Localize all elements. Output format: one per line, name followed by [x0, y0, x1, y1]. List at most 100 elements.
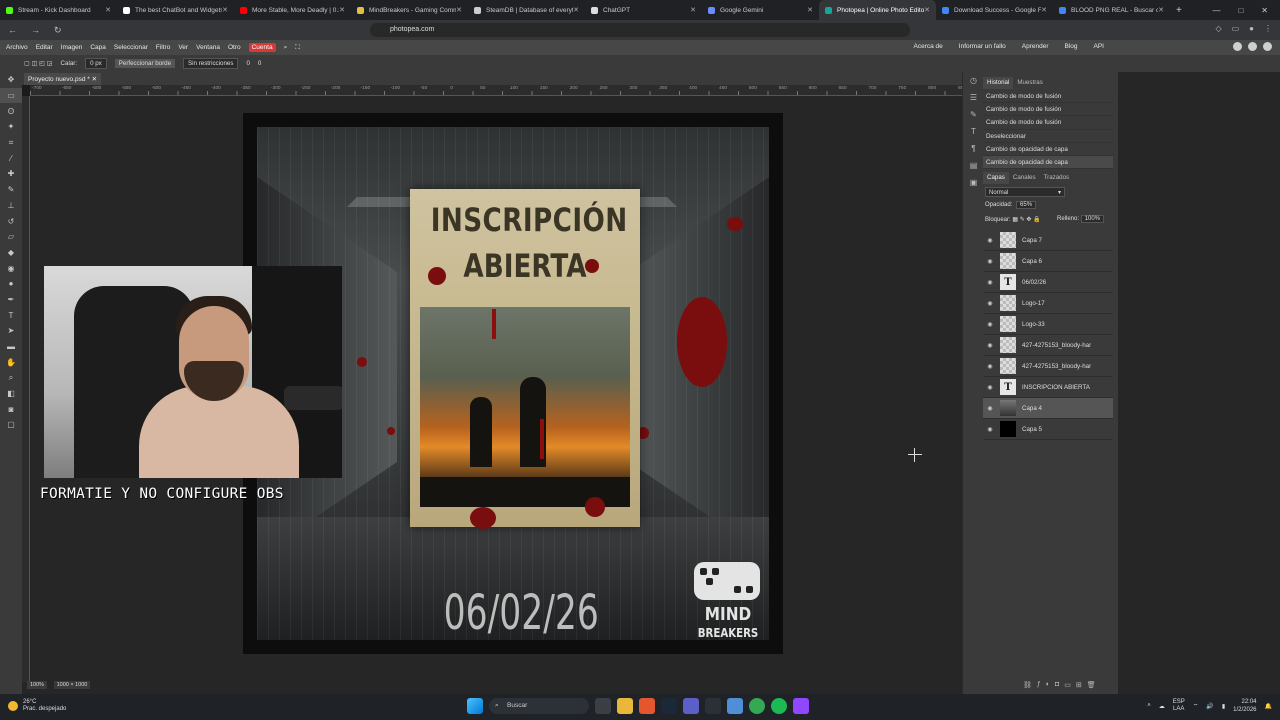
visibility-eye-icon[interactable]: ◉ [983, 300, 997, 307]
close-tab-icon[interactable]: ✕ [1158, 6, 1164, 14]
close-tab-icon[interactable]: ✕ [807, 6, 813, 14]
shape-icon[interactable]: ▬ [0, 339, 22, 355]
menu-item-capa[interactable]: Capa [90, 44, 106, 51]
link-api[interactable]: API [1094, 43, 1104, 50]
close-tab-icon[interactable]: ✕ [105, 6, 111, 14]
lasso-icon[interactable]: ʘ [0, 103, 22, 119]
healing-icon[interactable]: ✚ [0, 166, 22, 182]
link-layers-icon[interactable]: ⛓ [1023, 681, 1032, 689]
clone-stamp-icon[interactable]: ⊥ [0, 198, 22, 214]
layer-row[interactable]: ◉ T 06/02/26 [983, 272, 1113, 293]
visibility-eye-icon[interactable]: ◉ [983, 405, 997, 412]
visibility-eye-icon[interactable]: ◉ [983, 363, 997, 370]
history-icon[interactable]: ◷ [963, 72, 984, 89]
screen-mode-icon[interactable]: ▢ [0, 417, 22, 433]
css-icon[interactable]: ▤ [963, 157, 984, 174]
tab-canales[interactable]: Canales [1009, 172, 1040, 184]
adjustment-icon[interactable]: ◐ [1046, 681, 1050, 689]
back-icon[interactable]: ← [8, 25, 17, 36]
volume-icon[interactable]: 🔊 [1206, 703, 1213, 710]
color-swatch-icon[interactable]: ◧ [0, 386, 22, 402]
new-layer-icon[interactable]: ⊞ [1076, 681, 1082, 689]
weather-widget[interactable]: 26°C Prac. despejado [8, 699, 66, 713]
battery-icon[interactable]: ▮ [1222, 703, 1225, 710]
browser-tab[interactable]: Google Gemini ✕ [702, 0, 819, 20]
facebook-icon[interactable] [1263, 42, 1272, 51]
brush-icon[interactable]: ✎ [963, 106, 984, 123]
close-tab-icon[interactable]: ✕ [92, 76, 97, 83]
history-item[interactable]: Cambio de modo de fusión [983, 116, 1113, 130]
address-bar[interactable]: photopea.com [370, 23, 910, 37]
menu-item-ver[interactable]: Ver [178, 44, 188, 51]
link-informar-fallo[interactable]: Informar un fallo [959, 43, 1006, 50]
profile-icon[interactable]: ● [1249, 24, 1254, 33]
steam-icon[interactable] [661, 698, 677, 714]
opacity-input[interactable]: 65% [1016, 201, 1037, 209]
menu-item-otro[interactable]: Otro [228, 44, 241, 51]
path-select-icon[interactable]: ➤ [0, 323, 22, 339]
fill-icon[interactable]: ◆ [0, 245, 22, 261]
history-item[interactable]: Cambio de opacidad de capa [983, 143, 1113, 156]
browser-tab[interactable]: MindBreakers - Gaming Communit✕ [351, 0, 468, 20]
wifi-icon[interactable]: ⌔ [1193, 702, 1199, 710]
tab-muestras[interactable]: Muestras [1013, 77, 1046, 89]
link-acerca-de[interactable]: Acerca de [914, 43, 943, 50]
brave-icon[interactable] [639, 698, 655, 714]
quick-mask-icon[interactable]: ◙ [0, 401, 22, 417]
reload-icon[interactable]: ↻ [54, 25, 62, 36]
close-tab-icon[interactable]: ✕ [222, 6, 228, 14]
extensions-icon[interactable]: ◇ [1215, 24, 1221, 33]
close-window-icon[interactable]: ✕ [1261, 6, 1268, 15]
group-icon[interactable]: ▭ [1064, 681, 1071, 689]
twitch-icon[interactable] [793, 698, 809, 714]
eraser-icon[interactable]: ▱ [0, 229, 22, 245]
fill-input[interactable]: 100% [1080, 215, 1105, 223]
mask-icon[interactable]: ◘ [1055, 681, 1059, 689]
pen-icon[interactable]: ✒ [0, 292, 22, 308]
browser-tab[interactable]: SteamDB | Database of everything✕ [468, 0, 585, 20]
menu-icon[interactable]: ⋮ [1264, 24, 1272, 33]
task-view-icon[interactable] [595, 698, 611, 714]
reddit-icon[interactable] [1233, 42, 1242, 51]
account-button[interactable]: Cuenta [248, 43, 276, 52]
selection-mode-icon[interactable]: ▢ ◫ ◰ ◲ [24, 60, 53, 67]
menu-item-seleccionar[interactable]: Seleccionar [114, 44, 148, 51]
new-tab-icon[interactable]: + [1176, 5, 1182, 16]
visibility-eye-icon[interactable]: ◉ [983, 258, 997, 265]
properties-icon[interactable]: ☰ [963, 89, 984, 106]
layer-row[interactable]: ◉ 427-4275153_bloody-har [983, 356, 1113, 377]
history-item[interactable]: Cambio de opacidad de capa [983, 155, 1113, 170]
refine-edge-button[interactable]: Perfeccionar borde [114, 59, 176, 68]
browser-tab[interactable]: Stream - Kick Dashboard ✕ [0, 0, 117, 20]
language-indicator[interactable]: ESP LAA [1173, 699, 1185, 713]
start-icon[interactable] [467, 698, 483, 714]
lock-icons[interactable]: ▦ ✎ ✥ 🔒 [1012, 217, 1040, 223]
history-item[interactable]: Deseleccionar [983, 130, 1113, 143]
visibility-eye-icon[interactable]: ◉ [983, 321, 997, 328]
link-blog[interactable]: Blog [1065, 43, 1078, 50]
clock[interactable]: 22:04 1/2/2026 [1233, 698, 1256, 714]
close-tab-icon[interactable]: ✕ [1041, 6, 1047, 14]
paragraph-icon[interactable]: ¶ [963, 140, 984, 157]
layer-row[interactable]: ◉ Capa 7 [983, 230, 1113, 251]
visibility-eye-icon[interactable]: ◉ [983, 342, 997, 349]
history-item[interactable]: Cambio de modo de fusión [983, 103, 1113, 117]
tray-app-icon[interactable]: ☁ [1159, 703, 1165, 710]
document-tab[interactable]: Proyecto nuevo.psd * ✕ [24, 73, 102, 85]
crop-icon[interactable]: ⌗ [0, 135, 22, 151]
magic-wand-icon[interactable]: ✦ [0, 119, 22, 135]
file-explorer-icon[interactable] [617, 698, 633, 714]
link-aprender[interactable]: Aprender [1022, 43, 1049, 50]
marquee-icon[interactable]: ▭ [0, 87, 22, 104]
menu-item-filtro[interactable]: Filtro [156, 44, 170, 51]
blend-mode-select[interactable]: Normal ▾ [985, 187, 1065, 197]
twitter-icon[interactable] [1248, 42, 1257, 51]
eyedropper-icon[interactable]: ⁄ [0, 150, 22, 166]
forward-icon[interactable]: → [31, 25, 40, 36]
visibility-eye-icon[interactable]: ◉ [983, 237, 997, 244]
image-icon[interactable]: ▣ [963, 174, 984, 191]
spotify-icon[interactable] [771, 698, 787, 714]
delete-layer-icon[interactable]: 🗑 [1087, 681, 1096, 689]
style-select[interactable]: Sin restricciones [183, 58, 239, 69]
height-input[interactable]: 0 [258, 60, 261, 67]
